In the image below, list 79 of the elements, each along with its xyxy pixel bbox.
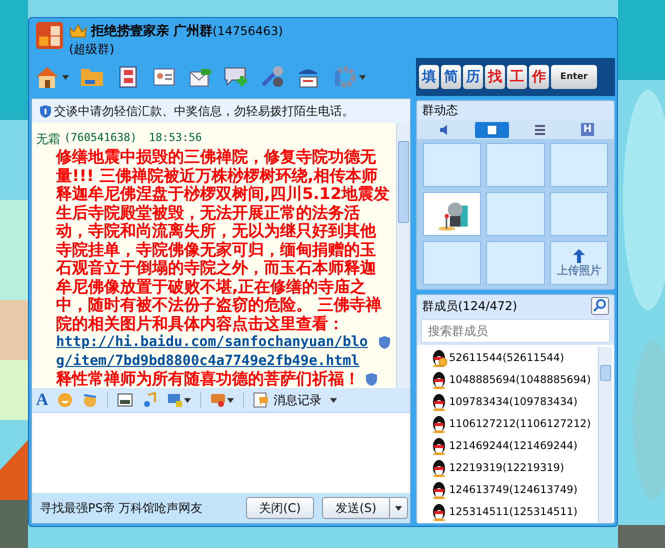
photo-slot (550, 192, 608, 236)
keyboard-key: Enter (551, 65, 597, 89)
shield-icon (40, 104, 51, 118)
shield-icon (379, 336, 390, 349)
status-text: 寻找最强PS帝 万科馆呛声网友 (40, 500, 204, 516)
chat-icon[interactable] (210, 392, 226, 408)
close-button[interactable]: 关闭(C) (246, 497, 314, 519)
sender-id: (760541638) (64, 131, 137, 146)
ad-banner[interactable]: 填 简 历 找 工 作 Enter (416, 58, 615, 96)
member-item[interactable]: 1048885694(1048885694) (431, 369, 598, 391)
caret-icon[interactable] (184, 398, 192, 402)
photo-slot (486, 143, 545, 187)
keyboard-key: 历 (463, 65, 483, 89)
crown-icon (69, 24, 87, 38)
caret-icon[interactable] (227, 398, 234, 402)
member-item[interactable]: 1106127212(1106127212) (431, 413, 598, 435)
message-text: 修缮地震中损毁的三佛禅院，修复寺院功德无量!!! 三佛禅院被近万株桫椤树环绕,相传本师释迦牟尼佛涅盘于桫椤双树间,四川5.12地震发生后寺院殿堂被毁，无法开展正常的法务活动，寺院和尚流离失所，无以为继只好到其他寺院挂单，寺院佛像无家可归，缅甸捐赠的玉石观音立于倒塌的寺院之外，而玉石本师释迦牟尼佛像放置于破败不堪,正在修缮的寺庙之中，随时有被不法份子盗窃的危险。 三佛寺禅院的相关图片和具体内容点击这里查看： (56, 148, 390, 333)
panel-title: 群成员(124/472) (422, 298, 518, 314)
penguin-icon (431, 459, 447, 477)
message-text: 释性常禅师为所有随喜功德的菩萨们祈福！ (56, 370, 360, 388)
photo-slot (486, 241, 545, 285)
message-input[interactable] (32, 412, 410, 493)
scrollbar[interactable] (396, 123, 410, 388)
speaker-icon (438, 124, 450, 136)
history-icon (253, 392, 270, 408)
message-link[interactable]: http://hi.baidu.com/sanfochanyuan/blog/item/7bd9bd8800c4a7749e2fb49e.html (56, 333, 373, 370)
member-item[interactable]: 109783434(109783434) (431, 391, 598, 413)
square-icon (486, 124, 498, 136)
group-type: (超级群) (69, 41, 116, 58)
penguin-icon (431, 503, 447, 521)
search-icon[interactable] (591, 297, 609, 315)
message-time: 18:53:56 (148, 131, 202, 146)
member-item[interactable]: 125314511(125314511) (431, 501, 598, 523)
send-button[interactable]: 发送(S) (322, 497, 390, 519)
group-logo-icon (36, 22, 63, 49)
sender-name: 无霜 (36, 131, 60, 148)
image-icon[interactable] (117, 392, 134, 408)
view-tab[interactable] (474, 122, 508, 138)
photo-slot (423, 143, 482, 187)
penguin-icon (431, 349, 447, 367)
caret-icon[interactable] (62, 74, 69, 80)
caret-icon (395, 506, 402, 510)
keyboard-key: 工 (507, 65, 527, 89)
member-item[interactable]: 52611544(52611544) (431, 347, 598, 369)
keyboard-key: 填 (419, 65, 439, 89)
scrollbar[interactable] (598, 347, 612, 523)
window-title: 拒绝捞壹家亲 广州群 (91, 22, 213, 40)
font-button[interactable]: A (36, 390, 48, 410)
send-options-button[interactable] (390, 497, 408, 519)
safety-notice: 交谈中请勿轻信汇款、中奖信息，勿轻易拨打陌生电话。 (54, 102, 354, 120)
photo-slot (423, 241, 482, 285)
photo-slot (486, 192, 545, 236)
panel-title: 群动态 (422, 102, 458, 119)
group-number: (14756463) (212, 24, 283, 38)
upload-arrow-icon (572, 248, 585, 262)
photo-slot (550, 143, 608, 187)
view-tab[interactable]: H (570, 122, 604, 138)
keyboard-key: 作 (529, 65, 549, 89)
caret-icon[interactable] (330, 398, 338, 402)
member-search-field[interactable]: 搜索群成员 (421, 319, 610, 343)
caret-icon[interactable] (359, 74, 366, 80)
penguin-icon (431, 481, 447, 499)
home-icon[interactable] (34, 65, 60, 89)
member-item[interactable]: 124613749(124613749) (431, 479, 598, 501)
penguin-icon (431, 393, 447, 411)
penguin-icon (431, 437, 447, 455)
face-icon[interactable] (82, 392, 98, 408)
speech-bubble-icon[interactable] (223, 65, 249, 89)
keyboard-key: 找 (485, 65, 505, 89)
music-icon[interactable] (142, 392, 158, 408)
list-icon (534, 124, 546, 136)
member-item[interactable]: 12219319(12219319) (431, 457, 598, 479)
shield-icon (366, 373, 377, 386)
keyboard-key: 简 (441, 65, 461, 89)
penguin-icon (431, 371, 447, 389)
member-item[interactable]: 121469244(121469244) (431, 435, 598, 457)
message-history-button[interactable]: 消息记录 (253, 392, 322, 408)
photo-cell[interactable] (423, 192, 482, 236)
penguin-icon (431, 415, 447, 433)
